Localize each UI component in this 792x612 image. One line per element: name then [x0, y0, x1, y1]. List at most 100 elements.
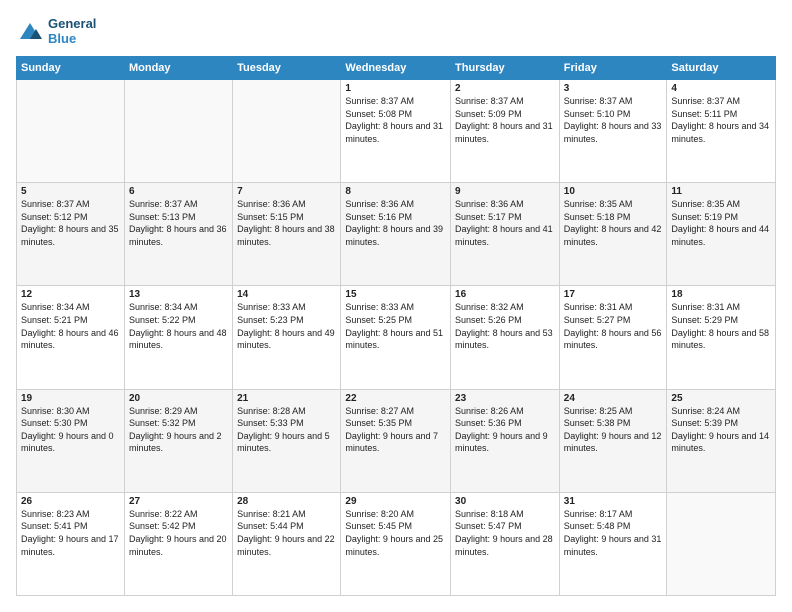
calendar-cell: 25Sunrise: 8:24 AMSunset: 5:39 PMDayligh… — [667, 389, 776, 492]
day-number: 30 — [455, 496, 555, 507]
calendar-cell: 30Sunrise: 8:18 AMSunset: 5:47 PMDayligh… — [451, 492, 560, 595]
day-number: 28 — [237, 496, 336, 507]
day-info: Sunrise: 8:36 AMSunset: 5:17 PMDaylight:… — [455, 198, 555, 248]
calendar-week-row: 26Sunrise: 8:23 AMSunset: 5:41 PMDayligh… — [17, 492, 776, 595]
calendar-cell: 29Sunrise: 8:20 AMSunset: 5:45 PMDayligh… — [341, 492, 451, 595]
calendar-cell: 17Sunrise: 8:31 AMSunset: 5:27 PMDayligh… — [559, 286, 667, 389]
calendar-cell: 14Sunrise: 8:33 AMSunset: 5:23 PMDayligh… — [233, 286, 341, 389]
day-info: Sunrise: 8:34 AMSunset: 5:21 PMDaylight:… — [21, 301, 120, 351]
calendar-cell: 18Sunrise: 8:31 AMSunset: 5:29 PMDayligh… — [667, 286, 776, 389]
day-number: 17 — [564, 289, 663, 300]
calendar-week-row: 19Sunrise: 8:30 AMSunset: 5:30 PMDayligh… — [17, 389, 776, 492]
calendar-cell: 10Sunrise: 8:35 AMSunset: 5:18 PMDayligh… — [559, 183, 667, 286]
calendar-table: SundayMondayTuesdayWednesdayThursdayFrid… — [16, 56, 776, 596]
day-number: 23 — [455, 393, 555, 404]
day-number: 13 — [129, 289, 228, 300]
day-info: Sunrise: 8:17 AMSunset: 5:48 PMDaylight:… — [564, 508, 663, 558]
logo-text: General Blue — [48, 16, 96, 46]
day-number: 22 — [345, 393, 446, 404]
day-info: Sunrise: 8:32 AMSunset: 5:26 PMDaylight:… — [455, 301, 555, 351]
calendar-cell: 13Sunrise: 8:34 AMSunset: 5:22 PMDayligh… — [124, 286, 232, 389]
calendar-cell: 1Sunrise: 8:37 AMSunset: 5:08 PMDaylight… — [341, 80, 451, 183]
day-number: 6 — [129, 186, 228, 197]
day-number: 2 — [455, 83, 555, 94]
day-info: Sunrise: 8:35 AMSunset: 5:19 PMDaylight:… — [671, 198, 771, 248]
day-info: Sunrise: 8:22 AMSunset: 5:42 PMDaylight:… — [129, 508, 228, 558]
day-number: 25 — [671, 393, 771, 404]
day-info: Sunrise: 8:20 AMSunset: 5:45 PMDaylight:… — [345, 508, 446, 558]
day-number: 14 — [237, 289, 336, 300]
calendar-cell: 11Sunrise: 8:35 AMSunset: 5:19 PMDayligh… — [667, 183, 776, 286]
weekday-header: Sunday — [17, 57, 125, 80]
day-info: Sunrise: 8:37 AMSunset: 5:10 PMDaylight:… — [564, 95, 663, 145]
calendar-cell: 12Sunrise: 8:34 AMSunset: 5:21 PMDayligh… — [17, 286, 125, 389]
weekday-header: Tuesday — [233, 57, 341, 80]
day-number: 18 — [671, 289, 771, 300]
calendar-cell: 19Sunrise: 8:30 AMSunset: 5:30 PMDayligh… — [17, 389, 125, 492]
calendar-cell: 3Sunrise: 8:37 AMSunset: 5:10 PMDaylight… — [559, 80, 667, 183]
weekday-header: Wednesday — [341, 57, 451, 80]
day-number: 26 — [21, 496, 120, 507]
calendar-cell — [233, 80, 341, 183]
day-number: 16 — [455, 289, 555, 300]
day-number: 27 — [129, 496, 228, 507]
day-number: 11 — [671, 186, 771, 197]
calendar-cell — [667, 492, 776, 595]
day-number: 1 — [345, 83, 446, 94]
day-number: 20 — [129, 393, 228, 404]
calendar-cell: 7Sunrise: 8:36 AMSunset: 5:15 PMDaylight… — [233, 183, 341, 286]
day-number: 15 — [345, 289, 446, 300]
day-info: Sunrise: 8:25 AMSunset: 5:38 PMDaylight:… — [564, 405, 663, 455]
day-info: Sunrise: 8:23 AMSunset: 5:41 PMDaylight:… — [21, 508, 120, 558]
calendar-cell — [124, 80, 232, 183]
day-number: 7 — [237, 186, 336, 197]
calendar-cell: 5Sunrise: 8:37 AMSunset: 5:12 PMDaylight… — [17, 183, 125, 286]
day-info: Sunrise: 8:37 AMSunset: 5:09 PMDaylight:… — [455, 95, 555, 145]
day-info: Sunrise: 8:37 AMSunset: 5:08 PMDaylight:… — [345, 95, 446, 145]
day-info: Sunrise: 8:34 AMSunset: 5:22 PMDaylight:… — [129, 301, 228, 351]
day-number: 12 — [21, 289, 120, 300]
calendar-cell: 23Sunrise: 8:26 AMSunset: 5:36 PMDayligh… — [451, 389, 560, 492]
day-info: Sunrise: 8:35 AMSunset: 5:18 PMDaylight:… — [564, 198, 663, 248]
day-info: Sunrise: 8:28 AMSunset: 5:33 PMDaylight:… — [237, 405, 336, 455]
day-info: Sunrise: 8:29 AMSunset: 5:32 PMDaylight:… — [129, 405, 228, 455]
logo-icon — [16, 17, 44, 45]
calendar-week-row: 1Sunrise: 8:37 AMSunset: 5:08 PMDaylight… — [17, 80, 776, 183]
calendar-cell: 9Sunrise: 8:36 AMSunset: 5:17 PMDaylight… — [451, 183, 560, 286]
day-info: Sunrise: 8:37 AMSunset: 5:11 PMDaylight:… — [671, 95, 771, 145]
day-info: Sunrise: 8:33 AMSunset: 5:23 PMDaylight:… — [237, 301, 336, 351]
day-number: 9 — [455, 186, 555, 197]
calendar-cell: 6Sunrise: 8:37 AMSunset: 5:13 PMDaylight… — [124, 183, 232, 286]
day-info: Sunrise: 8:18 AMSunset: 5:47 PMDaylight:… — [455, 508, 555, 558]
day-info: Sunrise: 8:31 AMSunset: 5:27 PMDaylight:… — [564, 301, 663, 351]
weekday-header: Saturday — [667, 57, 776, 80]
header: General Blue — [16, 16, 776, 46]
weekday-header: Friday — [559, 57, 667, 80]
calendar-cell: 26Sunrise: 8:23 AMSunset: 5:41 PMDayligh… — [17, 492, 125, 595]
day-info: Sunrise: 8:24 AMSunset: 5:39 PMDaylight:… — [671, 405, 771, 455]
calendar-week-row: 5Sunrise: 8:37 AMSunset: 5:12 PMDaylight… — [17, 183, 776, 286]
weekday-header: Thursday — [451, 57, 560, 80]
calendar-cell — [17, 80, 125, 183]
calendar-cell: 21Sunrise: 8:28 AMSunset: 5:33 PMDayligh… — [233, 389, 341, 492]
day-info: Sunrise: 8:21 AMSunset: 5:44 PMDaylight:… — [237, 508, 336, 558]
calendar-cell: 22Sunrise: 8:27 AMSunset: 5:35 PMDayligh… — [341, 389, 451, 492]
day-number: 29 — [345, 496, 446, 507]
calendar-cell: 24Sunrise: 8:25 AMSunset: 5:38 PMDayligh… — [559, 389, 667, 492]
calendar-cell: 8Sunrise: 8:36 AMSunset: 5:16 PMDaylight… — [341, 183, 451, 286]
calendar-cell: 20Sunrise: 8:29 AMSunset: 5:32 PMDayligh… — [124, 389, 232, 492]
day-number: 24 — [564, 393, 663, 404]
page: General Blue SundayMondayTuesdayWednesda… — [0, 0, 792, 612]
day-info: Sunrise: 8:37 AMSunset: 5:13 PMDaylight:… — [129, 198, 228, 248]
day-number: 19 — [21, 393, 120, 404]
calendar-cell: 15Sunrise: 8:33 AMSunset: 5:25 PMDayligh… — [341, 286, 451, 389]
day-info: Sunrise: 8:36 AMSunset: 5:15 PMDaylight:… — [237, 198, 336, 248]
day-number: 31 — [564, 496, 663, 507]
day-number: 4 — [671, 83, 771, 94]
day-number: 5 — [21, 186, 120, 197]
weekday-header: Monday — [124, 57, 232, 80]
day-number: 10 — [564, 186, 663, 197]
calendar-cell: 27Sunrise: 8:22 AMSunset: 5:42 PMDayligh… — [124, 492, 232, 595]
calendar-header-row: SundayMondayTuesdayWednesdayThursdayFrid… — [17, 57, 776, 80]
calendar-cell: 2Sunrise: 8:37 AMSunset: 5:09 PMDaylight… — [451, 80, 560, 183]
